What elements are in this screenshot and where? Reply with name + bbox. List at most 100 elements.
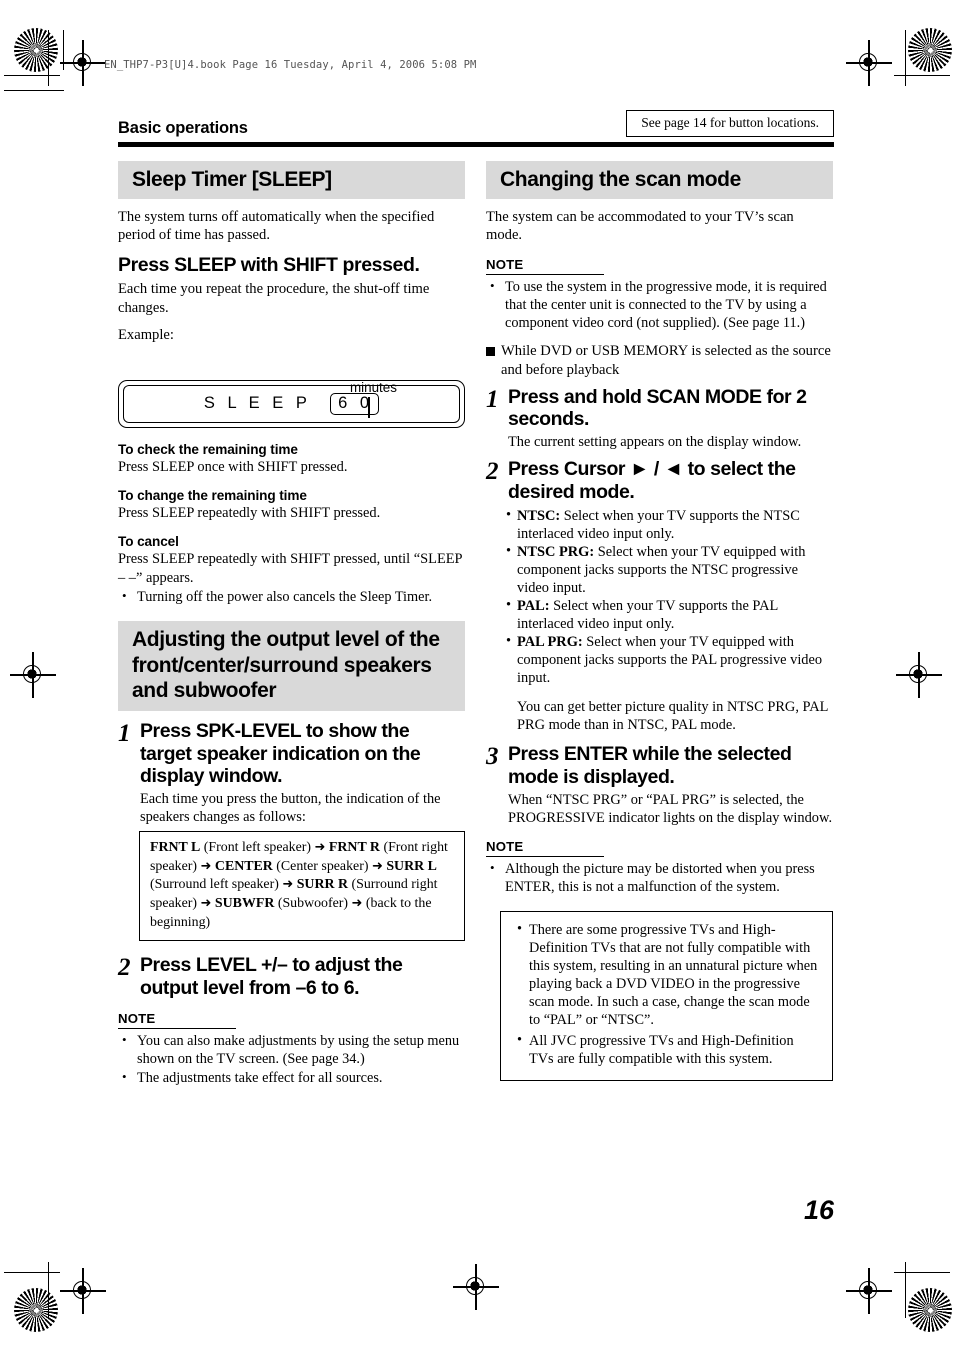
- step-title: Press ENTER while the selected mode is d…: [508, 743, 792, 789]
- registration-mark-top-right: [846, 40, 892, 86]
- note-list-progressive-mode: To use the system in the progressive mod…: [486, 278, 833, 333]
- trim-mark-top-left-horizontal: [4, 75, 60, 77]
- mode-name-pal: PAL:: [517, 598, 550, 615]
- mode-desc-pal: Select when your TV supports the PAL int…: [517, 598, 778, 633]
- color-registration-patch-top-right: [908, 28, 952, 72]
- mode-name-ntsc: NTSC:: [517, 508, 561, 525]
- list-item: Turning off the power also cancels the S…: [122, 588, 465, 607]
- registration-mark-bottom-center: [453, 1264, 499, 1310]
- note-label: NOTE: [486, 839, 604, 857]
- mode-name-ntsc-prg: NTSC PRG:: [517, 544, 595, 561]
- sleep-timer-intro: The system turns off automatically when …: [118, 209, 435, 244]
- step-title: Press SPK-LEVEL to show the target speak…: [140, 719, 421, 788]
- step-description: The current setting appears on the displ…: [508, 433, 802, 450]
- list-item: PAL PRG: Select when your TV equipped wi…: [506, 632, 833, 687]
- list-item: NTSC: Select when your TV supports the N…: [506, 506, 833, 543]
- section-heading-changing-scan-mode: Changing the scan mode: [486, 160, 833, 200]
- list-item: You can also make adjustments by using t…: [122, 1032, 465, 1069]
- display-window-readout: S L E E P 6 0: [119, 393, 464, 416]
- list-item: PAL: Select when your TV supports the PA…: [506, 596, 833, 633]
- speaker-front-right-label: FRNT R: [328, 840, 380, 856]
- subsection-title-cancel: To cancel: [118, 533, 179, 549]
- list-item: NTSC PRG: Select when your TV equipped w…: [506, 542, 833, 597]
- color-registration-patch-bottom-left: [14, 1288, 58, 1332]
- button-locations-note: See page 14 for button locations.: [626, 110, 834, 137]
- step-3-press-enter: 3 Press ENTER while the selected mode is…: [486, 743, 833, 827]
- trim-mark-top-left-inner-vertical: [63, 30, 65, 70]
- step-content: Press SPK-LEVEL to show the target speak…: [140, 720, 465, 826]
- display-window-figure: minutes S L E E P 6 0: [118, 380, 465, 429]
- step-content: Press and hold SCAN MODE for 2 seconds. …: [508, 386, 833, 451]
- page-header: Basic operations See page 14 for button …: [118, 110, 834, 140]
- step-number: 3: [486, 743, 499, 771]
- two-column-layout: Sleep Timer [SLEEP] The system turns off…: [118, 160, 834, 1089]
- arrow-icon: ➜: [314, 840, 326, 856]
- sleep-timer-lead-instruction: Press SLEEP with SHIFT pressed.: [118, 253, 420, 276]
- section-heading-adjusting-output-level: Adjusting the output level of the front/…: [118, 621, 465, 711]
- registration-mark-mid-left: [10, 652, 56, 698]
- page-number: 16: [803, 1195, 834, 1225]
- note-list-output-level: You can also make adjustments by using t…: [118, 1032, 465, 1088]
- step-2-cursor-select: 2 Press Cursor ► / ◄ to select the desir…: [486, 458, 833, 503]
- example-label: Example:: [118, 327, 174, 343]
- compatibility-warning-box: There are some progressive TVs and High-…: [500, 910, 833, 1081]
- step-content: Press ENTER while the selected mode is d…: [508, 743, 833, 827]
- header-rule: [118, 142, 834, 147]
- running-head: Basic operations: [118, 119, 248, 137]
- speaker-center-label: CENTER: [214, 858, 273, 874]
- speaker-subwoofer-desc: (Subwoofer): [274, 895, 349, 911]
- arrow-icon: ➜: [351, 895, 363, 911]
- registration-mark-bottom-right: [846, 1268, 892, 1314]
- cancel-bullet-list: Turning off the power also cancels the S…: [118, 588, 465, 607]
- step-title: Press LEVEL +/– to adjust the output lev…: [140, 954, 403, 999]
- speaker-surround-left-label: SURR L: [386, 858, 437, 874]
- step-content: Press Cursor ► / ◄ to select the desired…: [508, 458, 833, 503]
- registration-mark-bottom-left: [60, 1268, 106, 1314]
- trim-mark-top-left-inner-horizontal: [4, 90, 64, 92]
- left-column: Sleep Timer [SLEEP] The system turns off…: [118, 160, 465, 1089]
- sleep-timer-lead-description: Each time you repeat the procedure, the …: [118, 281, 430, 316]
- display-minutes-value: 6 0: [330, 393, 380, 416]
- note-label: NOTE: [486, 257, 604, 275]
- step-2-level-adjust: 2 Press LEVEL +/– to adjust the output l…: [118, 954, 465, 999]
- step-description: When “NTSC PRG” or “PAL PRG” is selected…: [508, 791, 833, 826]
- step-content: Press LEVEL +/– to adjust the output lev…: [140, 954, 465, 999]
- speaker-front-left-label: FRNT L: [150, 840, 201, 856]
- list-item: Although the picture may be distorted wh…: [490, 860, 833, 897]
- note-label: NOTE: [118, 1011, 236, 1030]
- arrow-icon: ➜: [282, 877, 294, 893]
- speaker-surround-right-label: SURR R: [296, 877, 349, 893]
- color-registration-patch-bottom-right: [908, 1288, 952, 1332]
- page-content: Basic operations See page 14 for button …: [118, 110, 834, 1225]
- trim-mark-bottom-left-vertical: [48, 1262, 50, 1318]
- step-number: 1: [486, 385, 499, 413]
- step-number: 2: [118, 954, 131, 982]
- list-item: There are some progressive TVs and High-…: [517, 920, 820, 1030]
- picture-quality-note: You can get better picture quality in NT…: [517, 699, 828, 734]
- book-file-path-line: EN_THP7-P3[U]4.book Page 16 Tuesday, Apr…: [104, 59, 477, 71]
- warning-list: There are some progressive TVs and High-…: [509, 920, 820, 1068]
- registration-mark-mid-right: [896, 652, 942, 698]
- trim-mark-bottom-right-vertical: [905, 1262, 907, 1318]
- square-bullet-heading-source-condition: While DVD or USB MEMORY is selected as t…: [486, 342, 833, 378]
- subsection-title-change-remaining: To change the remaining time: [118, 488, 307, 504]
- subsection-text-change-remaining: Press SLEEP repeatedly with SHIFT presse…: [118, 505, 381, 522]
- trim-mark-top-right-horizontal: [894, 75, 950, 77]
- note-list-enter-distortion: Although the picture may be distorted wh…: [486, 860, 833, 897]
- trim-mark-bottom-left-horizontal: [4, 1272, 60, 1274]
- step-number: 1: [118, 719, 131, 747]
- list-item: To use the system in the progressive mod…: [490, 278, 833, 333]
- subsection-text-cancel: Press SLEEP repeatedly with SHIFT presse…: [118, 550, 463, 586]
- step-number: 2: [486, 457, 499, 485]
- display-window-graphic: S L E E P 6 0: [118, 380, 465, 429]
- speaker-center-desc: (Center speaker): [272, 858, 369, 874]
- section-heading-sleep-timer: Sleep Timer [SLEEP]: [118, 160, 465, 200]
- arrow-icon: ➜: [371, 858, 383, 874]
- mode-name-pal-prg: PAL PRG:: [517, 634, 583, 651]
- list-item: The adjustments take effect for all sour…: [122, 1069, 465, 1088]
- trim-mark-bottom-right-horizontal: [894, 1272, 950, 1274]
- arrow-icon: ➜: [200, 858, 212, 874]
- display-sleep-text: S L E E P: [203, 394, 311, 413]
- step-title: Press and hold SCAN MODE for 2 seconds.: [508, 385, 807, 431]
- step-1-spk-level: 1 Press SPK-LEVEL to show the target spe…: [118, 720, 465, 826]
